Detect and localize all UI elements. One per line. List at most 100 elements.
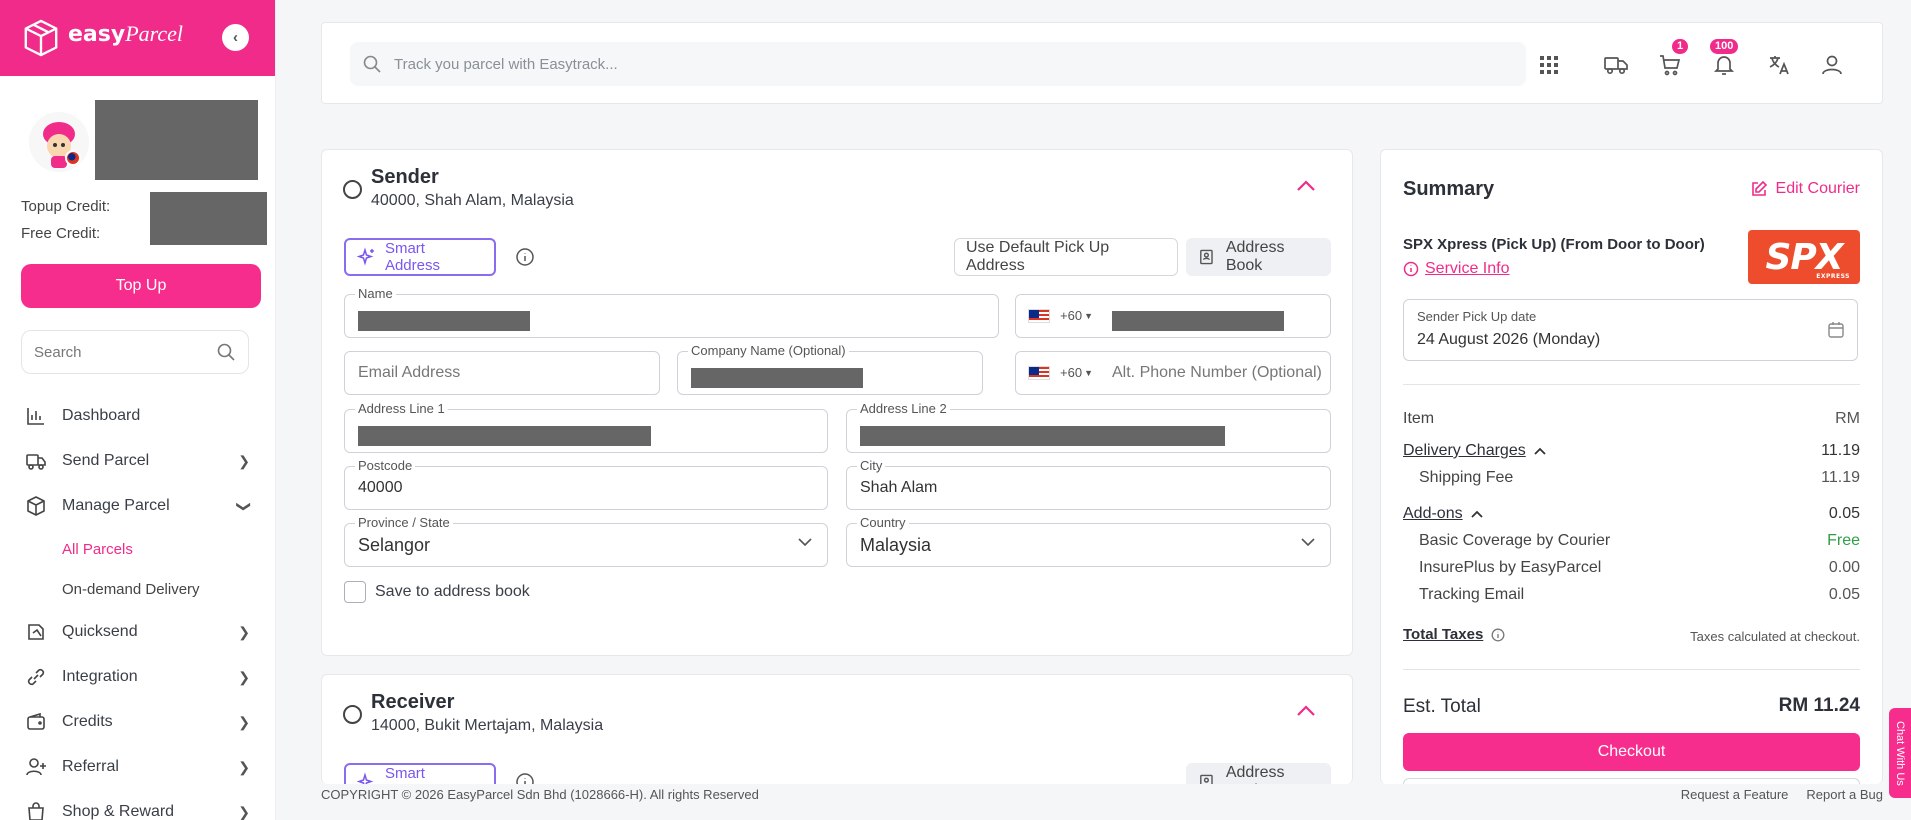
- top-up-button[interactable]: Top Up: [21, 264, 261, 308]
- checkout-button[interactable]: Checkout: [1403, 733, 1860, 771]
- save-address-checkbox[interactable]: [344, 581, 366, 603]
- nav-referral[interactable]: Referral ❯: [24, 753, 250, 781]
- nav-quicksend[interactable]: Quicksend ❯: [24, 618, 250, 646]
- info-icon[interactable]: [515, 772, 535, 784]
- cart-icon[interactable]: [1656, 51, 1684, 79]
- wallet-icon: [24, 710, 48, 734]
- divider: [1403, 669, 1860, 670]
- address-line-1-label: Address Line 1: [355, 401, 448, 417]
- receiver-radio[interactable]: [343, 705, 362, 724]
- chevron-right-icon: ❯: [238, 803, 250, 820]
- nav-shop-reward[interactable]: Shop & Reward ❯: [24, 798, 250, 820]
- secondary-button-partial[interactable]: [1403, 778, 1860, 784]
- chevron-up-icon: [1470, 510, 1483, 518]
- notification-bell-icon[interactable]: [1710, 51, 1738, 79]
- chevron-down-icon: [1300, 534, 1316, 555]
- brand-logo[interactable]: easyParcel: [22, 18, 183, 58]
- receiver-smart-address-button[interactable]: Smart Address: [344, 763, 496, 784]
- sidebar-header: easyParcel ‹: [0, 0, 275, 76]
- smart-address-button[interactable]: Smart Address: [344, 238, 496, 276]
- sidebar: easyParcel ‹ Topup Credit: Free Credit: …: [0, 0, 276, 820]
- nav-send-parcel[interactable]: Send Parcel ❯: [24, 447, 250, 475]
- receiver-address-book-button[interactable]: Address Book: [1186, 763, 1331, 784]
- user-profile-icon[interactable]: [1818, 51, 1846, 79]
- address-line-1-field[interactable]: Address Line 1: [344, 401, 828, 453]
- info-icon[interactable]: [515, 247, 535, 272]
- nav-referral-label: Referral: [62, 758, 119, 775]
- cart-badge: 1: [1672, 39, 1689, 54]
- delivery-charges-toggle[interactable]: Delivery Charges: [1403, 442, 1546, 460]
- address-line-2-field[interactable]: Address Line 2: [846, 401, 1331, 453]
- alt-phone-country-selector[interactable]: +60 ▼: [1028, 365, 1093, 380]
- chevron-right-icon: ❯: [238, 758, 250, 775]
- tracking-email-value: 0.05: [1828, 586, 1860, 603]
- sidebar-search-input[interactable]: Search: [21, 330, 249, 374]
- shipping-fee-value: 11.19: [1821, 469, 1860, 486]
- nav-dashboard[interactable]: Dashboard: [24, 402, 250, 430]
- phone-field[interactable]: +60 ▼: [1015, 294, 1331, 338]
- sender-radio[interactable]: [343, 180, 362, 199]
- spx-courier-logo: SPX EXPRESS: [1748, 230, 1860, 284]
- malaysia-flag-icon: [1028, 365, 1050, 380]
- edit-icon: [1751, 180, 1767, 196]
- chevron-up-icon[interactable]: [1296, 701, 1316, 722]
- receiver-address-book-label: Address Book: [1225, 764, 1285, 784]
- edit-courier-button[interactable]: Edit Courier: [1750, 180, 1860, 198]
- apps-grid-icon[interactable]: [1535, 51, 1563, 79]
- addons-toggle[interactable]: Add-ons: [1403, 505, 1483, 523]
- easytrack-search-input[interactable]: Track you parcel with Easytrack...: [350, 42, 1526, 86]
- country-select[interactable]: Country Malaysia: [846, 515, 1331, 567]
- sender-card: Sender 40000, Shah Alam, Malaysia Smart …: [321, 149, 1353, 656]
- delivery-charges-value: 11.19: [1821, 442, 1860, 459]
- company-name-field[interactable]: Company Name (Optional): [677, 343, 983, 395]
- nav-shop-reward-label: Shop & Reward: [62, 803, 175, 820]
- collapse-sidebar-button[interactable]: ‹: [222, 24, 249, 51]
- easytrack-placeholder: Track you parcel with Easytrack...: [394, 55, 618, 73]
- name-field[interactable]: Name: [344, 286, 999, 338]
- chat-with-us-tab[interactable]: Chat With Us: [1889, 708, 1911, 798]
- info-icon[interactable]: [1491, 628, 1505, 642]
- translate-icon[interactable]: [1765, 51, 1793, 79]
- sub-nav-on-demand-delivery[interactable]: On-demand Delivery: [62, 581, 200, 598]
- phone-value-redacted: [1112, 311, 1284, 331]
- alt-phone-field[interactable]: +60 ▼ Alt. Phone Number (Optional): [1015, 351, 1331, 395]
- chevron-up-icon: [1534, 447, 1546, 455]
- quicksend-icon: [24, 620, 48, 644]
- chevron-up-icon[interactable]: [1296, 176, 1316, 197]
- nav-integration[interactable]: Integration ❯: [24, 663, 250, 691]
- calendar-icon: [1828, 322, 1844, 338]
- chevron-down-icon: ❯: [236, 500, 253, 512]
- phone-country-selector[interactable]: +60 ▼: [1028, 308, 1093, 323]
- pickup-date-field[interactable]: Sender Pick Up date 24 August 2026 (Mond…: [1403, 299, 1858, 361]
- state-select[interactable]: Province / State Selangor: [344, 515, 828, 567]
- credit-values-redacted: [150, 192, 267, 245]
- addons-label: Add-ons: [1403, 505, 1463, 522]
- country-value: Malaysia: [860, 535, 932, 555]
- address-book-label: Address Book: [1225, 239, 1285, 274]
- address-book-button[interactable]: Address Book: [1186, 238, 1331, 276]
- chevron-right-icon: ❯: [238, 668, 250, 685]
- email-field[interactable]: Email Address: [344, 351, 660, 395]
- nav-manage-parcel[interactable]: Manage Parcel ❯: [24, 492, 253, 520]
- delivery-truck-icon[interactable]: [1602, 51, 1630, 79]
- city-value: Shah Alam: [860, 479, 938, 496]
- taxes-note: Taxes calculated at checkout.: [1690, 629, 1860, 644]
- nav-integration-label: Integration: [62, 668, 138, 685]
- sparkle-icon: [357, 247, 374, 266]
- request-feature-link[interactable]: Request a Feature: [1681, 787, 1789, 802]
- use-default-pickup-button[interactable]: Use Default Pick Up Address: [954, 238, 1178, 276]
- report-bug-link[interactable]: Report a Bug: [1806, 787, 1883, 802]
- top-bar: Track you parcel with Easytrack... 1 100: [321, 22, 1883, 104]
- service-info-label: Service Info: [1425, 260, 1510, 277]
- alt-phone-placeholder: Alt. Phone Number (Optional): [1112, 364, 1322, 381]
- postcode-field[interactable]: Postcode 40000: [344, 458, 828, 510]
- city-field[interactable]: City Shah Alam: [846, 458, 1331, 510]
- service-info-link[interactable]: Service Info: [1403, 260, 1509, 278]
- nav-credits[interactable]: Credits ❯: [24, 708, 250, 736]
- sub-nav-all-parcels[interactable]: All Parcels: [62, 541, 133, 558]
- address-line-2-redacted: [860, 426, 1225, 446]
- receiver-subtitle: 14000, Bukit Mertajam, Malaysia: [371, 717, 604, 734]
- avatar[interactable]: [29, 112, 89, 172]
- basic-coverage-value: Free: [1827, 532, 1860, 549]
- search-icon: [363, 55, 381, 73]
